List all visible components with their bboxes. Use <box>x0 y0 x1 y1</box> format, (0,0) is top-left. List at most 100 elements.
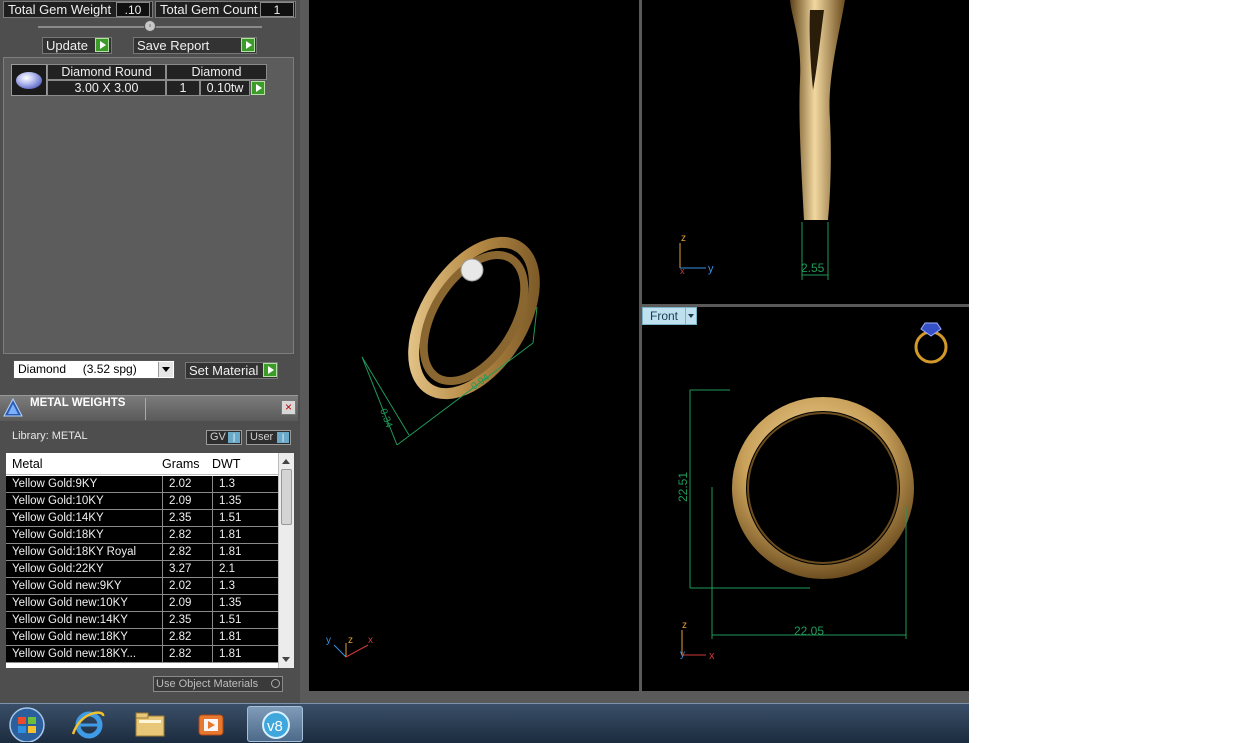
table-row[interactable]: Yellow Gold new:18KY 2.82 1.81 <box>6 629 278 646</box>
metal-name-cell: Yellow Gold new:9KY <box>12 580 122 592</box>
scroll-up-icon[interactable] <box>281 456 292 467</box>
gem-shape-cell: Diamond Round <box>47 64 166 80</box>
toggle-switch-icon: | <box>228 432 240 443</box>
table-scrollbar[interactable] <box>278 453 294 668</box>
gem-row-go-arrow-icon[interactable] <box>251 81 265 95</box>
gem-slider-handle[interactable]: ◦ <box>144 20 156 32</box>
axis-gizmo-front: z y x <box>680 620 715 662</box>
column-header-metal[interactable]: Metal <box>12 457 43 471</box>
metal-weights-title: METAL WEIGHTS <box>30 397 126 409</box>
material-select[interactable]: Diamond (3.52 spg) <box>13 360 175 379</box>
table-row[interactable]: Yellow Gold:22KY 3.27 2.1 <box>6 561 278 578</box>
table-row[interactable]: Yellow Gold new:10KY 2.09 1.35 <box>6 595 278 612</box>
gem-list-panel: Diamond Round Diamond 3.00 X 3.00 1 0.10… <box>3 57 294 354</box>
metal-weights-icon <box>3 397 23 417</box>
metal-dwt-cell: 1.35 <box>212 595 272 611</box>
table-row[interactable]: Yellow Gold:10KY 2.09 1.35 <box>6 493 278 510</box>
axis-x-label: x <box>709 650 715 662</box>
table-row[interactable]: Yellow Gold:18KY Royal 2.82 1.81 <box>6 544 278 561</box>
metal-dwt-cell: 1.81 <box>212 646 272 662</box>
svg-text:v8: v8 <box>267 718 283 735</box>
metal-weights-table: Metal Grams DWT Yellow Gold:9KY 2.02 1.3 Ye… <box>6 453 278 668</box>
viewport-area: 0.34 0.94 y z x 2.55 z y x 22.51 22.05 z… <box>300 0 969 703</box>
scrollbar-thumb[interactable] <box>281 469 292 525</box>
metal-grams-cell: 2.09 <box>162 493 208 509</box>
library-label: Library: METAL <box>12 430 88 442</box>
gv-toggle[interactable]: GV | <box>206 430 242 445</box>
save-report-go-arrow-icon[interactable] <box>241 38 255 52</box>
metal-name-cell: Yellow Gold:9KY <box>12 478 98 490</box>
metal-dwt-cell: 1.35 <box>212 493 272 509</box>
gem-size-cell: 3.00 X 3.00 <box>47 80 166 96</box>
side-ring-render: 2.55 z y x <box>679 0 845 280</box>
perspective-ring-render: 0.34 0.94 y z x <box>326 236 540 658</box>
metal-name-cell: Yellow Gold:18KY <box>12 529 104 541</box>
axis-gizmo-perspective: y z x <box>326 635 373 658</box>
view-selector-dropdown[interactable]: Front <box>642 307 697 325</box>
set-material-go-arrow-icon[interactable] <box>263 363 277 377</box>
total-gem-weight-value[interactable]: .10 <box>116 2 150 17</box>
dim-perspective-a: 0.34 <box>377 407 394 429</box>
radio-icon <box>271 679 280 688</box>
table-row[interactable]: Yellow Gold:9KY 2.02 1.3 <box>6 476 278 493</box>
column-header-dwt[interactable]: DWT <box>212 457 240 471</box>
gem-weight-cell: 0.10tw <box>200 80 250 96</box>
metal-grams-cell: 2.02 <box>162 476 208 492</box>
dimension-line <box>361 356 398 446</box>
table-row[interactable]: Yellow Gold:14KY 2.35 1.51 <box>6 510 278 527</box>
use-object-materials-toggle[interactable]: Use Object Materials <box>153 676 283 692</box>
column-header-grams[interactable]: Grams <box>162 457 200 471</box>
dim-side-width: 2.55 <box>801 261 825 275</box>
windows-start-icon[interactable] <box>0 706 56 743</box>
metal-grams-cell: 2.02 <box>162 578 208 594</box>
table-row[interactable]: Yellow Gold new:14KY 2.35 1.51 <box>6 612 278 629</box>
metal-grams-cell: 2.35 <box>162 510 208 526</box>
gv-toggle-label: GV <box>210 431 226 443</box>
axis-z-label: z <box>681 233 686 244</box>
ring-orientation-thumbnail-icon[interactable] <box>914 322 948 364</box>
ring-band-front <box>732 397 914 579</box>
close-icon[interactable]: × <box>281 400 296 415</box>
chevron-down-icon[interactable] <box>158 362 173 377</box>
axis-z-label: z <box>682 620 687 631</box>
table-row[interactable]: Yellow Gold:18KY 2.82 1.81 <box>6 527 278 544</box>
internet-explorer-icon[interactable] <box>61 706 117 742</box>
metal-name-cell: Yellow Gold new:10KY <box>12 597 128 609</box>
media-player-icon[interactable] <box>183 706 239 742</box>
update-button-label: Update <box>46 38 88 53</box>
chevron-down-icon[interactable] <box>685 308 696 324</box>
file-explorer-icon[interactable] <box>122 706 178 742</box>
total-gem-count-value[interactable]: 1 <box>260 2 294 17</box>
gem-count-cell[interactable]: 1 <box>166 80 200 96</box>
diamond-round-thumbnail-icon[interactable] <box>11 64 47 96</box>
axis-y-label: y <box>708 263 714 275</box>
save-report-button[interactable]: Save Report <box>133 37 257 54</box>
axis-gizmo-side: z y x <box>679 233 714 276</box>
metal-name-cell: Yellow Gold new:18KY... <box>12 648 137 660</box>
update-go-arrow-icon[interactable] <box>95 38 109 52</box>
metal-dwt-cell: 1.3 <box>212 578 272 594</box>
metal-dwt-cell: 1.81 <box>212 629 272 645</box>
metal-grams-cell: 2.82 <box>162 629 208 645</box>
front-viewport[interactable]: 22.51 22.05 z y x <box>642 307 969 691</box>
table-row[interactable]: Yellow Gold new:18KY... 2.82 1.81 <box>6 646 278 663</box>
use-object-materials-label: Use Object Materials <box>156 678 259 690</box>
side-viewport[interactable]: 2.55 z y x <box>642 0 969 304</box>
metal-name-cell: Yellow Gold new:18KY <box>12 631 128 643</box>
perspective-viewport[interactable]: 0.34 0.94 y z x <box>309 0 639 691</box>
metal-dwt-cell: 1.51 <box>212 612 272 628</box>
axis-x-label: x <box>680 266 685 276</box>
metal-dwt-cell: 1.81 <box>212 544 272 560</box>
gem-report-panel: Total Gem Weight .10 Total Gem Count 1 ◦… <box>0 0 300 703</box>
matrix-v8-icon[interactable]: v8 <box>247 706 303 742</box>
metal-name-cell: Yellow Gold new:14KY <box>12 614 128 626</box>
axis-y-label: y <box>680 649 685 660</box>
axis-y-label: y <box>326 635 331 646</box>
scroll-down-icon[interactable] <box>281 654 292 665</box>
save-report-button-label: Save Report <box>137 38 210 53</box>
gem-material-cell: Diamond <box>166 64 267 80</box>
metal-grams-cell: 3.27 <box>162 561 208 577</box>
user-toggle[interactable]: User | <box>246 430 291 445</box>
metal-grams-cell: 2.35 <box>162 612 208 628</box>
table-row[interactable]: Yellow Gold new:9KY 2.02 1.3 <box>6 578 278 595</box>
